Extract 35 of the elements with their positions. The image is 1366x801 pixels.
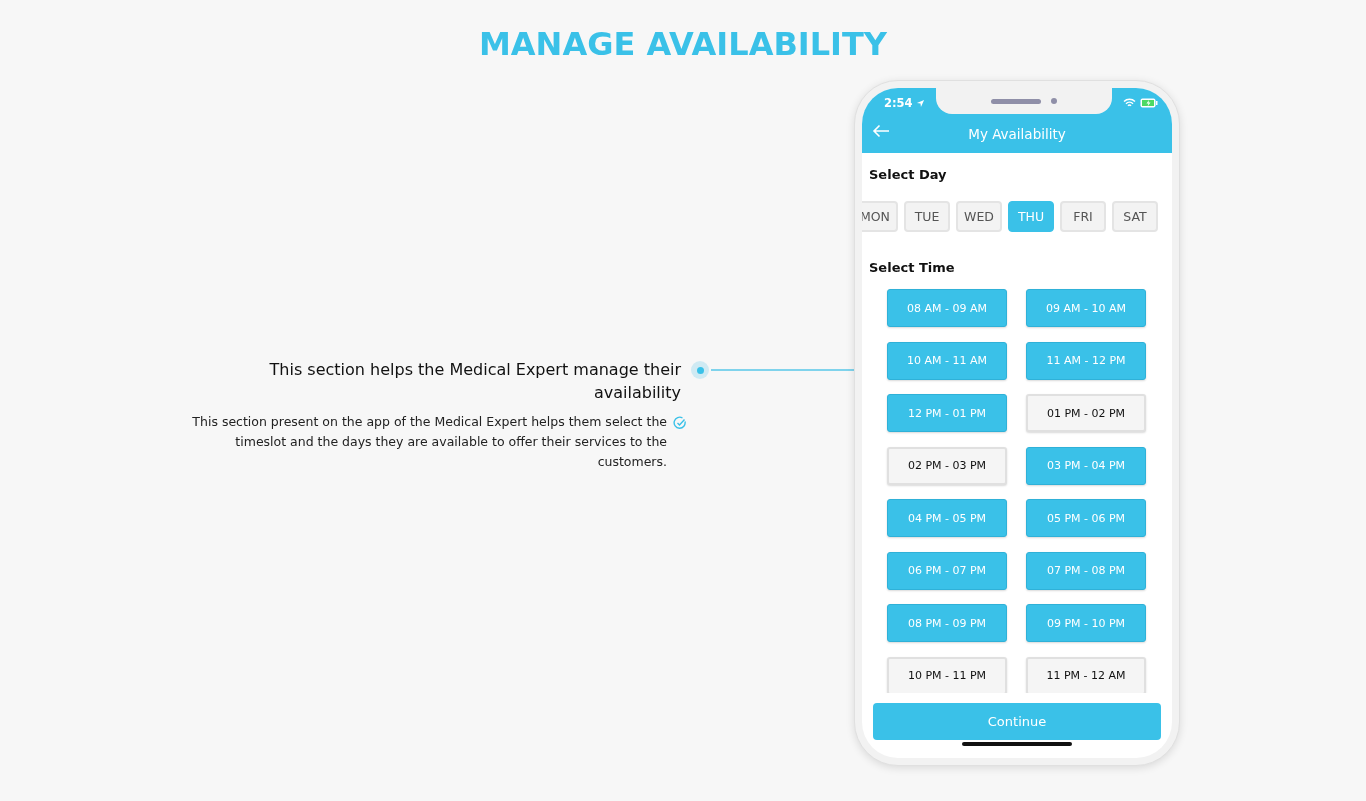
status-time: 2:54 — [862, 96, 925, 110]
page-title: MANAGE AVAILABILITY — [479, 26, 887, 62]
time-slot-button[interactable]: 02 PM - 03 PM — [887, 446, 1007, 485]
time-slot-button[interactable]: 09 PM - 10 PM — [1026, 604, 1146, 642]
day-button[interactable]: WED — [956, 201, 1002, 232]
feature-heading: This section helps the Medical Expert manage their availability — [268, 359, 682, 404]
continue-button[interactable]: Continue — [873, 703, 1161, 740]
time-slot-button[interactable]: 04 PM - 05 PM — [887, 499, 1007, 537]
day-button[interactable]: THU — [1008, 201, 1054, 232]
time-slot-button[interactable]: 12 PM - 01 PM — [887, 394, 1007, 432]
time-slot-button[interactable]: 08 AM - 09 AM — [887, 289, 1007, 327]
time-slot-button[interactable]: 10 AM - 11 AM — [887, 341, 1007, 380]
time-slot-button[interactable]: 08 PM - 09 PM — [887, 604, 1007, 642]
section-label: Select Day — [868, 167, 948, 182]
timeline-dot — [691, 361, 709, 379]
location-arrow-icon — [915, 98, 925, 108]
day-button[interactable]: FRI — [1060, 201, 1106, 232]
day-button[interactable]: TUE — [904, 201, 950, 232]
screen-title: My Availability — [968, 125, 1066, 142]
time-slot-button[interactable]: 05 PM - 06 PM — [1026, 499, 1146, 537]
time-slot-button[interactable]: 07 PM - 08 PM — [1026, 551, 1146, 590]
time-slot-button[interactable]: 06 PM - 07 PM — [887, 551, 1007, 590]
battery-icon — [1140, 98, 1158, 108]
day-button[interactable]: MON — [862, 201, 898, 232]
time-slot-button[interactable]: 01 PM - 02 PM — [1026, 394, 1146, 432]
time-slot-button[interactable]: 11 AM - 12 PM — [1026, 341, 1146, 380]
section-label: Select Time — [868, 260, 956, 275]
time-slot-button[interactable]: 11 PM - 12 AM — [1026, 656, 1146, 693]
day-button[interactable]: SAT — [1112, 201, 1158, 232]
check-circle-icon — [673, 416, 687, 430]
feature-description: This section present on the app of the Medical Expert helps them select the timeslot and the days they are available to offer their services to the customers. — [191, 413, 667, 471]
wifi-icon — [1123, 98, 1136, 108]
time-slot-button[interactable]: 03 PM - 04 PM — [1026, 446, 1146, 485]
time-slot-button[interactable]: 10 PM - 11 PM — [887, 656, 1007, 693]
time-slot-button[interactable]: 09 AM - 10 AM — [1026, 289, 1146, 327]
